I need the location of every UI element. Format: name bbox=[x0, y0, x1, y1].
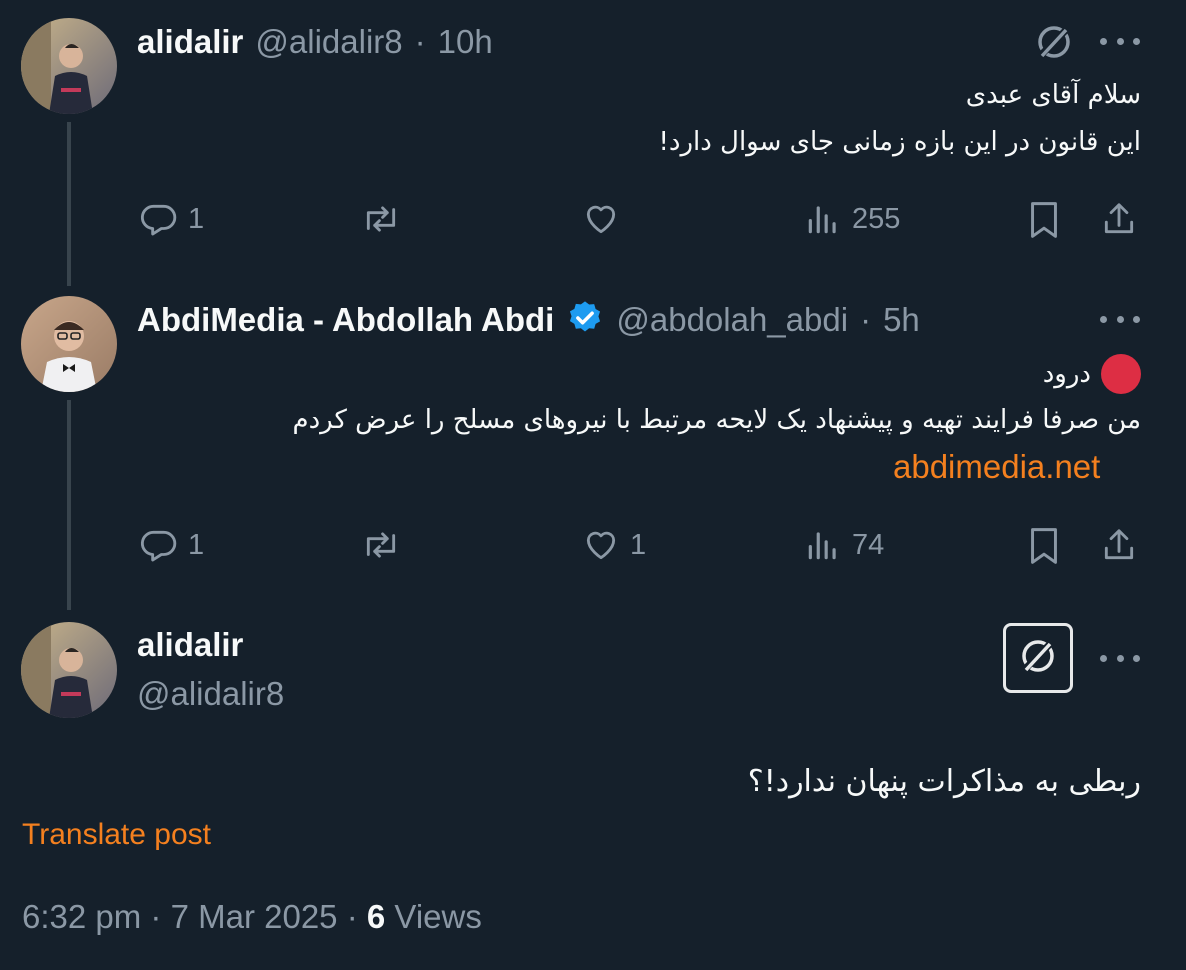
repost-button[interactable] bbox=[360, 200, 402, 238]
tweet-text-line: سلام آقای عبدی bbox=[965, 80, 1141, 110]
timestamp[interactable]: 10h bbox=[438, 23, 493, 61]
like-button[interactable] bbox=[582, 200, 630, 238]
reply-button[interactable]: 1 bbox=[140, 526, 204, 564]
bookmark-icon bbox=[1026, 200, 1062, 240]
author-handle[interactable]: @abdolah_abdi bbox=[616, 301, 848, 339]
more-icon[interactable] bbox=[1100, 655, 1140, 665]
tweet-text: ربطی به مذاکرات پنهان ندارد!؟ bbox=[747, 764, 1141, 799]
post-time[interactable]: 6:32 pm bbox=[22, 898, 141, 935]
reply-icon bbox=[140, 526, 178, 564]
repost-icon bbox=[360, 526, 402, 564]
tweet-text-line: این قانون در این بازه زمانی جای سوال دار… bbox=[658, 127, 1141, 157]
reply-icon bbox=[140, 200, 178, 238]
repost-icon bbox=[360, 200, 402, 238]
views-button[interactable]: 74 bbox=[804, 526, 884, 564]
timestamp[interactable]: 5h bbox=[883, 301, 920, 339]
red-circle-emoji bbox=[1101, 354, 1141, 394]
translate-post-link[interactable]: Translate post bbox=[22, 818, 211, 852]
views-count: 255 bbox=[852, 202, 901, 235]
grok-icon bbox=[1018, 636, 1058, 681]
avatar[interactable] bbox=[21, 296, 117, 392]
like-icon bbox=[582, 526, 620, 564]
views-count: 74 bbox=[852, 528, 885, 561]
tweet-link[interactable]: abdimedia.net bbox=[893, 448, 1100, 486]
separator: · bbox=[346, 898, 358, 935]
share-button[interactable] bbox=[1100, 526, 1138, 564]
views-icon bbox=[804, 200, 842, 238]
tweet-text-line: من صرفا فرایند تهیه و پیشنهاد یک لایحه م… bbox=[292, 405, 1141, 435]
author-name[interactable]: alidalir bbox=[137, 626, 243, 664]
bookmark-icon bbox=[1026, 526, 1062, 566]
views-icon bbox=[804, 526, 842, 564]
avatar[interactable] bbox=[21, 622, 117, 718]
author-handle[interactable]: @alidalir8 bbox=[137, 675, 284, 713]
grok-button[interactable] bbox=[1003, 623, 1073, 693]
thread-line bbox=[67, 400, 71, 610]
bookmark-button[interactable] bbox=[1026, 526, 1062, 566]
views-count: 6 bbox=[366, 898, 386, 935]
share-button[interactable] bbox=[1100, 200, 1138, 238]
reply-button[interactable]: 1 bbox=[140, 200, 204, 238]
bookmark-button[interactable] bbox=[1026, 200, 1062, 240]
verified-badge-icon bbox=[566, 299, 604, 342]
reply-count: 1 bbox=[188, 528, 205, 561]
greeting-text: درود bbox=[1042, 359, 1091, 389]
author-name[interactable]: alidalir bbox=[137, 23, 243, 61]
share-icon bbox=[1100, 526, 1138, 564]
separator: · bbox=[860, 301, 872, 338]
avatar[interactable] bbox=[21, 18, 117, 114]
grok-icon[interactable] bbox=[1034, 22, 1074, 67]
thread-line bbox=[67, 122, 71, 286]
author-handle[interactable]: @alidalir8 bbox=[255, 23, 402, 61]
repost-button[interactable] bbox=[360, 526, 402, 564]
reply-count: 1 bbox=[188, 202, 205, 235]
post-date[interactable]: 7 Mar 2025 bbox=[171, 898, 338, 935]
tweet-footer-meta: 6:32 pm · 7 Mar 2025 · 6 Views bbox=[22, 898, 482, 936]
more-icon[interactable] bbox=[1100, 38, 1140, 48]
like-count: 1 bbox=[630, 528, 647, 561]
separator: · bbox=[414, 23, 426, 60]
author-name[interactable]: AbdiMedia - Abdollah Abdi bbox=[137, 301, 554, 339]
like-button[interactable]: 1 bbox=[582, 526, 646, 564]
views-button[interactable]: 255 bbox=[804, 200, 900, 238]
views-label: Views bbox=[394, 898, 482, 935]
share-icon bbox=[1100, 200, 1138, 238]
tweet-text-line: درود bbox=[1043, 354, 1141, 394]
separator: · bbox=[150, 898, 162, 935]
more-icon[interactable] bbox=[1100, 316, 1140, 326]
like-icon bbox=[582, 200, 620, 238]
